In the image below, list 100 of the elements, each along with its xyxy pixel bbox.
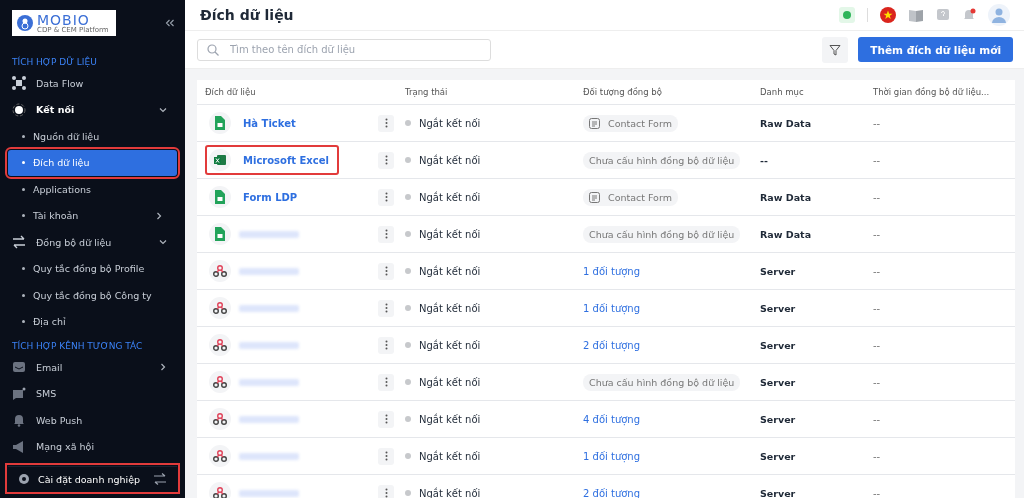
settings-item[interactable]: Cài đặt doanh nghiệp — [8, 466, 177, 491]
search-icon — [207, 43, 219, 56]
logo-name: MOBIO — [37, 12, 90, 27]
status-text: Ngắt kết nối — [419, 450, 481, 462]
sync-time-cell: -- — [865, 474, 1015, 498]
sheet-icon — [213, 227, 227, 241]
category-cell: Server — [752, 400, 865, 438]
unconfigured-tag: Chưa cấu hình đồng bộ dữ liệu — [583, 373, 741, 391]
object-link[interactable]: 2 đối tượng — [583, 339, 641, 351]
collapse-icon[interactable] — [165, 19, 175, 27]
nav-item[interactable]: Data Flow — [0, 70, 185, 97]
object-link[interactable]: 2 đối tượng — [583, 487, 641, 498]
bell-icon[interactable] — [962, 8, 976, 22]
status-dot — [405, 416, 411, 422]
blurred-name — [239, 415, 299, 423]
column-header: Trạng thái — [397, 80, 575, 105]
sync-time-cell: -- — [865, 326, 1015, 364]
form-icon — [589, 117, 600, 129]
dots-icon — [384, 192, 388, 202]
more-button[interactable] — [378, 484, 394, 498]
dots-icon — [384, 377, 388, 387]
more-button[interactable] — [378, 299, 394, 317]
sheet-icon — [213, 116, 227, 130]
webhook-icon — [213, 486, 227, 498]
search-field[interactable]: Tìm theo tên đích dữ liệu — [197, 38, 491, 61]
destination-link[interactable]: Microsoft Excel — [239, 152, 333, 168]
filter-icon — [829, 43, 842, 56]
status-dot — [405, 120, 411, 126]
section-title: TÍCH HỢP KÊNH TƯƠNG TÁC — [11, 339, 144, 353]
filter-button[interactable] — [822, 36, 849, 63]
more-button[interactable] — [378, 447, 394, 465]
nav-item[interactable]: Mạng xã hội — [0, 433, 185, 460]
nav-item[interactable]: Web Push — [0, 407, 185, 434]
help-icon[interactable] — [936, 8, 950, 22]
unconfigured-tag: Chưa cấu hình đồng bộ dữ liệu — [583, 151, 741, 169]
nav-item[interactable]: Email — [0, 354, 185, 381]
arrows-icon — [12, 235, 26, 250]
object-link[interactable]: 1 đối tượng — [583, 450, 641, 462]
inbox-icon — [12, 360, 26, 375]
chat-icon[interactable] — [839, 7, 855, 23]
nav-subitem[interactable]: Đích dữ liệu — [8, 149, 177, 176]
category-cell: Raw Data — [752, 215, 865, 253]
category-cell: Server — [752, 437, 865, 475]
more-button[interactable] — [378, 410, 394, 428]
category-cell: Server — [752, 363, 865, 401]
category-cell: -- — [752, 141, 865, 179]
more-button[interactable] — [378, 114, 394, 132]
nav-subitem[interactable]: Quy tắc đồng bộ Profile — [8, 255, 177, 282]
nav-subitem[interactable]: Quy tắc đồng bộ Công ty — [8, 282, 177, 309]
avatar-icon[interactable] — [988, 4, 1010, 26]
more-button[interactable] — [378, 188, 394, 206]
object-link[interactable]: 4 đối tượng — [583, 413, 641, 425]
more-button[interactable] — [378, 225, 394, 243]
add-button[interactable]: Thêm đích dữ liệu mới — [858, 37, 1013, 62]
status-dot — [405, 490, 411, 496]
webhook-icon — [213, 449, 227, 463]
book-icon[interactable] — [908, 8, 924, 22]
dots-icon — [384, 451, 388, 461]
column-header: Thời gian đồng bộ dữ liệu... — [865, 80, 1015, 105]
dots-icon — [384, 414, 388, 424]
ring-icon — [12, 102, 26, 117]
nav-item[interactable]: Đồng bộ dữ liệu — [0, 229, 185, 256]
destination-link[interactable]: Form LDP — [239, 189, 302, 205]
status-text: Ngắt kết nối — [419, 339, 481, 351]
section-title: TÍCH HỢP DỮ LIỆU — [11, 55, 98, 69]
more-button[interactable] — [378, 336, 394, 354]
spreadsheet-icon — [213, 153, 227, 167]
status-text: Ngắt kết nối — [419, 302, 481, 314]
more-button[interactable] — [378, 151, 394, 169]
column-header: Đối tượng đồng bộ — [575, 80, 752, 105]
dots-icon — [384, 340, 388, 350]
nav-item[interactable]: SMS — [0, 380, 185, 407]
status-dot — [405, 268, 411, 274]
nav-item[interactable]: Kết nối — [0, 96, 185, 123]
nav-subitem[interactable]: Nguồn dữ liệu — [8, 123, 177, 150]
dots-icon — [384, 155, 388, 165]
megaphone-icon — [12, 439, 26, 454]
more-button[interactable] — [378, 373, 394, 391]
object-link[interactable]: 1 đối tượng — [583, 265, 641, 277]
more-button[interactable] — [378, 262, 394, 280]
category-cell: Server — [752, 326, 865, 364]
webhook-icon — [213, 412, 227, 426]
status-text: Ngắt kết nối — [419, 487, 481, 498]
dots-icon — [384, 229, 388, 239]
nav-subitem[interactable]: Địa chỉ — [8, 308, 177, 335]
settings-icon — [18, 473, 30, 485]
page-title: Đích dữ liệu — [200, 7, 295, 23]
status-text: Ngắt kết nối — [419, 154, 481, 166]
webhook-icon — [213, 375, 227, 389]
status-text: Ngắt kết nối — [419, 191, 481, 203]
unconfigured-tag: Chưa cấu hình đồng bộ dữ liệu — [583, 225, 741, 243]
category-cell: Server — [752, 474, 865, 498]
flag-icon[interactable] — [880, 7, 896, 23]
sync-time-cell: -- — [865, 363, 1015, 401]
blurred-name — [239, 267, 299, 275]
destination-link[interactable]: Hà Ticket — [239, 115, 300, 131]
nav-subitem[interactable]: Tài khoản — [8, 202, 177, 229]
status-dot — [405, 305, 411, 311]
object-link[interactable]: 1 đối tượng — [583, 302, 641, 314]
nav-subitem[interactable]: Applications — [8, 176, 177, 203]
